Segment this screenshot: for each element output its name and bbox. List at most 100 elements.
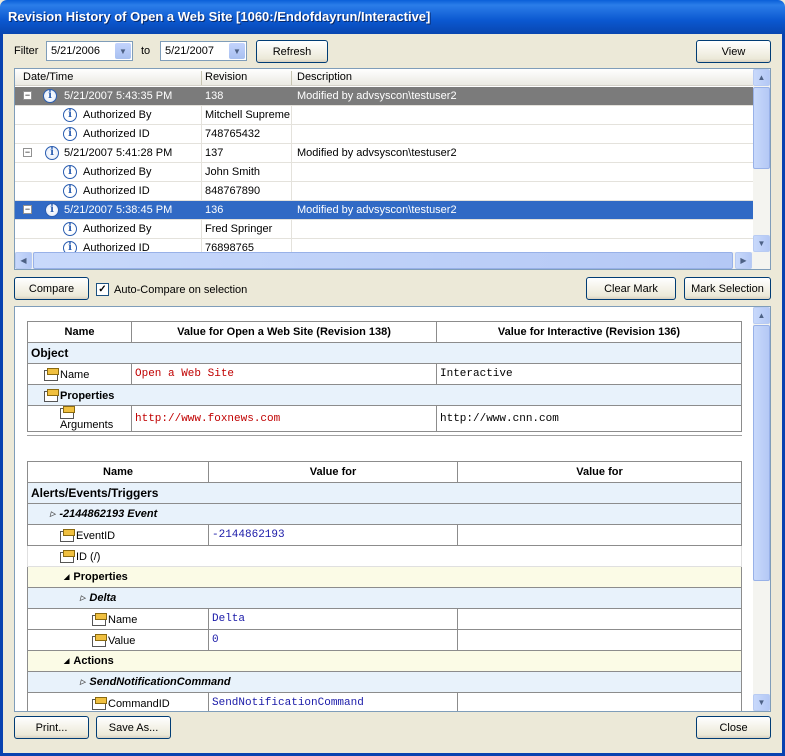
table-row[interactable]: i Authorized By John Smith	[15, 163, 755, 182]
row-revision: 137	[205, 147, 224, 159]
refresh-button[interactable]: Refresh	[256, 40, 328, 63]
grid-header: Date/Time Revision Description	[15, 69, 755, 86]
row-date: 5/21/2007 5:41:28 PM	[64, 147, 173, 159]
section-actions: Actions	[73, 655, 114, 667]
left-value: Open a Web Site	[131, 363, 437, 385]
expand-icon[interactable]: ▷	[50, 510, 55, 518]
section-properties: Properties	[73, 571, 128, 583]
section-properties: Properties	[60, 389, 115, 402]
to-label: to	[141, 45, 151, 57]
auto-compare-checkbox[interactable]: ✓	[96, 283, 109, 296]
object-compare-table: Name Value for Open a Web Site (Revision…	[27, 321, 742, 432]
header-description[interactable]: Description	[297, 71, 352, 83]
chevron-down-icon[interactable]: ▼	[229, 43, 245, 59]
scroll-down-icon[interactable]: ▼	[753, 694, 770, 711]
collapse-icon[interactable]: −	[23, 205, 32, 214]
info-icon: i	[43, 89, 57, 103]
row-label: CommandID	[108, 697, 170, 710]
title-bar[interactable]: Revision History of Open a Web Site [106…	[0, 0, 785, 34]
info-icon: i	[45, 146, 59, 160]
clear-mark-button[interactable]: Clear Mark	[586, 277, 676, 300]
header-datetime[interactable]: Date/Time	[23, 71, 73, 83]
property-icon	[44, 367, 59, 381]
table-row[interactable]: − i 5/21/2007 5:43:35 PM 138 Modified by…	[15, 87, 755, 106]
comparison-panel[interactable]: Name Value for Open a Web Site (Revision…	[14, 306, 771, 712]
scroll-down-icon[interactable]: ▼	[753, 235, 770, 252]
row-label: Authorized ID	[83, 185, 150, 197]
collapse-icon[interactable]: −	[23, 91, 32, 100]
col-name: Name	[27, 321, 132, 343]
alerts-compare-table: Name Value for Value for Alerts/Events/T…	[27, 461, 742, 711]
grid-vertical-scrollbar[interactable]: ▲ ▼	[753, 69, 770, 252]
row-description: Modified by advsyscon\testuser2	[297, 204, 457, 216]
left-value: -2144862193	[208, 524, 458, 546]
window-title: Revision History of Open a Web Site [106…	[8, 9, 431, 24]
col-right-value: Value for	[457, 461, 742, 483]
info-icon: i	[63, 127, 77, 141]
scroll-thumb[interactable]	[753, 87, 770, 169]
row-value: 748765432	[205, 128, 261, 140]
to-date-combo[interactable]: 5/21/2007 ▼	[160, 41, 247, 61]
row-date: 5/21/2007 5:43:35 PM	[64, 90, 173, 102]
to-date-value: 5/21/2007	[165, 45, 214, 57]
row-date: 5/21/2007 5:38:45 PM	[64, 204, 173, 216]
from-date-combo[interactable]: 5/21/2006 ▼	[46, 41, 133, 61]
section-alerts: Alerts/Events/Triggers	[27, 482, 742, 504]
info-icon: i	[63, 222, 77, 236]
row-label: Authorized ID	[83, 128, 150, 140]
compare-button[interactable]: Compare	[14, 277, 89, 300]
command-label: SendNotificationCommand	[89, 676, 231, 688]
info-icon: i	[63, 165, 77, 179]
property-icon	[60, 549, 75, 563]
scroll-up-icon[interactable]: ▲	[753, 307, 770, 324]
right-value: Interactive	[436, 363, 742, 385]
revision-grid[interactable]: Date/Time Revision Description − i 5/21/…	[14, 68, 771, 270]
left-value: SendNotificationCommand	[208, 692, 458, 711]
print-button[interactable]: Print...	[14, 716, 89, 739]
scroll-up-icon[interactable]: ▲	[753, 69, 770, 86]
scroll-left-icon[interactable]: ◀	[15, 252, 32, 269]
table-row[interactable]: − i 5/21/2007 5:41:28 PM 137 Modified by…	[15, 144, 755, 163]
table-row[interactable]: i Authorized ID 748765432	[15, 125, 755, 144]
row-value: Fred Springer	[205, 223, 273, 235]
left-value: Delta	[208, 608, 458, 630]
collapse-icon[interactable]: ◢	[64, 657, 69, 665]
view-button[interactable]: View	[696, 40, 771, 63]
table-row[interactable]: i Authorized ID 848767890	[15, 182, 755, 201]
scroll-right-icon[interactable]: ▶	[735, 252, 752, 269]
col-name: Name	[27, 461, 209, 483]
expand-icon[interactable]: ▷	[80, 594, 85, 602]
row-revision: 138	[205, 90, 224, 102]
scroll-thumb[interactable]	[753, 325, 770, 581]
col-right-value: Value for Interactive (Revision 136)	[436, 321, 742, 343]
table-row[interactable]: i Authorized By Mitchell Supreme	[15, 106, 755, 125]
row-label: Name	[60, 368, 90, 381]
row-revision: 136	[205, 204, 224, 216]
chevron-down-icon[interactable]: ▼	[115, 43, 131, 59]
delta-label: Delta	[89, 592, 117, 604]
mark-selection-button[interactable]: Mark Selection	[684, 277, 771, 300]
row-label: Authorized By	[83, 223, 152, 235]
info-icon: i	[45, 203, 59, 217]
property-icon	[60, 406, 75, 419]
col-left-value: Value for	[208, 461, 458, 483]
property-icon	[60, 528, 75, 542]
property-icon	[44, 388, 59, 402]
row-label: EventID	[76, 529, 116, 542]
table-row[interactable]: i Authorized By Fred Springer	[15, 220, 755, 239]
row-value: John Smith	[205, 166, 261, 178]
header-revision[interactable]: Revision	[205, 71, 247, 83]
table-row[interactable]: − i 5/21/2007 5:38:45 PM 136 Modified by…	[15, 201, 755, 220]
collapse-icon[interactable]: −	[23, 148, 32, 157]
save-as-button[interactable]: Save As...	[96, 716, 171, 739]
row-label: ID (/)	[76, 550, 101, 563]
panel-vertical-scrollbar[interactable]: ▲ ▼	[753, 307, 770, 711]
auto-compare-label: Auto-Compare on selection	[114, 284, 248, 296]
scroll-thumb[interactable]	[33, 252, 733, 269]
close-button[interactable]: Close	[696, 716, 771, 739]
expand-icon[interactable]: ▷	[80, 678, 85, 686]
info-icon: i	[63, 108, 77, 122]
grid-horizontal-scrollbar[interactable]: ◀ ▶	[15, 252, 770, 269]
collapse-icon[interactable]: ◢	[64, 573, 69, 581]
property-icon	[92, 633, 107, 647]
